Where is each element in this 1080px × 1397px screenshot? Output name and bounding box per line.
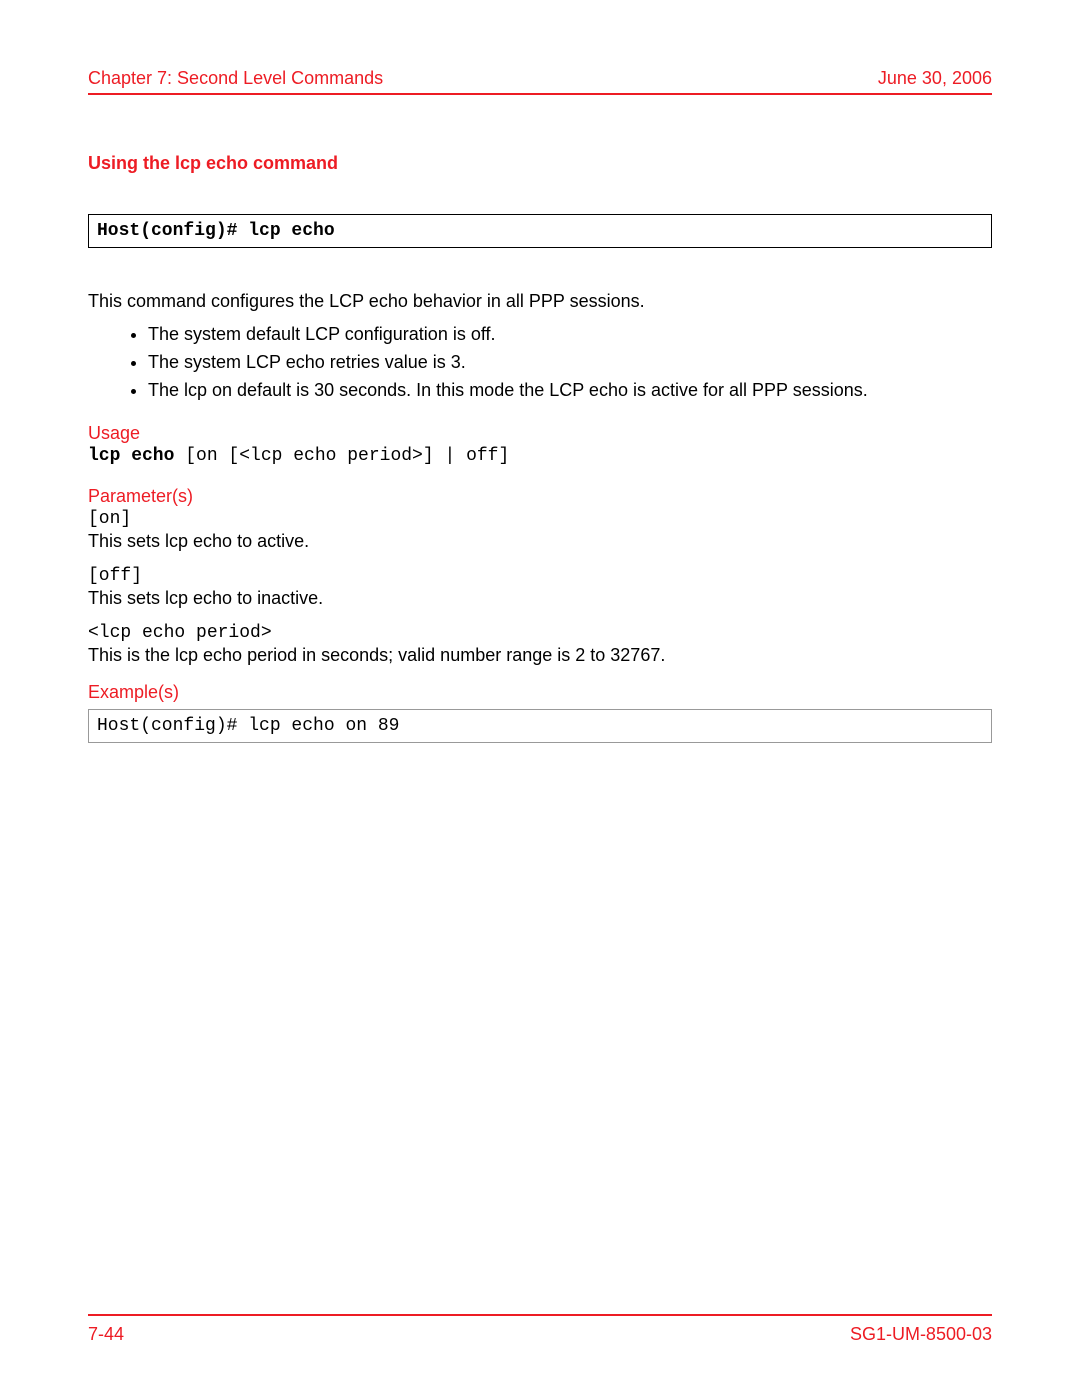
param-code: [off] [88,566,992,586]
usage-syntax: lcp echo [on [<lcp echo period>] | off] [88,446,992,466]
usage-heading: Usage [88,423,992,444]
document-page: Chapter 7: Second Level Commands June 30… [0,0,1080,743]
command-syntax-box: Host(config)# lcp echo [88,214,992,248]
usage-cmd-bold: lcp echo [88,446,174,466]
list-item: The lcp on default is 30 seconds. In thi… [148,377,992,405]
param-code: <lcp echo period> [88,623,992,643]
parameters-heading: Parameter(s) [88,486,992,507]
param-code: [on] [88,509,992,529]
param-desc: This is the lcp echo period in seconds; … [88,645,992,666]
section-title: Using the lcp echo command [88,153,992,174]
chapter-title: Chapter 7: Second Level Commands [88,68,383,89]
bullet-list: The system default LCP configuration is … [148,321,992,405]
examples-heading: Example(s) [88,682,992,703]
param-desc: This sets lcp echo to active. [88,531,992,552]
page-footer: 7-44 SG1-UM-8500-03 [88,1314,992,1345]
footer-doc-id: SG1-UM-8500-03 [850,1324,992,1345]
list-item: The system default LCP configuration is … [148,321,992,349]
intro-paragraph: This command configures the LCP echo beh… [88,288,992,315]
param-desc: This sets lcp echo to inactive. [88,588,992,609]
footer-page-number: 7-44 [88,1324,124,1345]
example-code-box: Host(config)# lcp echo on 89 [88,709,992,743]
page-header: Chapter 7: Second Level Commands June 30… [88,68,992,95]
usage-cmd-rest: [on [<lcp echo period>] | off] [174,446,509,466]
header-date: June 30, 2006 [878,68,992,89]
list-item: The system LCP echo retries value is 3. [148,349,992,377]
